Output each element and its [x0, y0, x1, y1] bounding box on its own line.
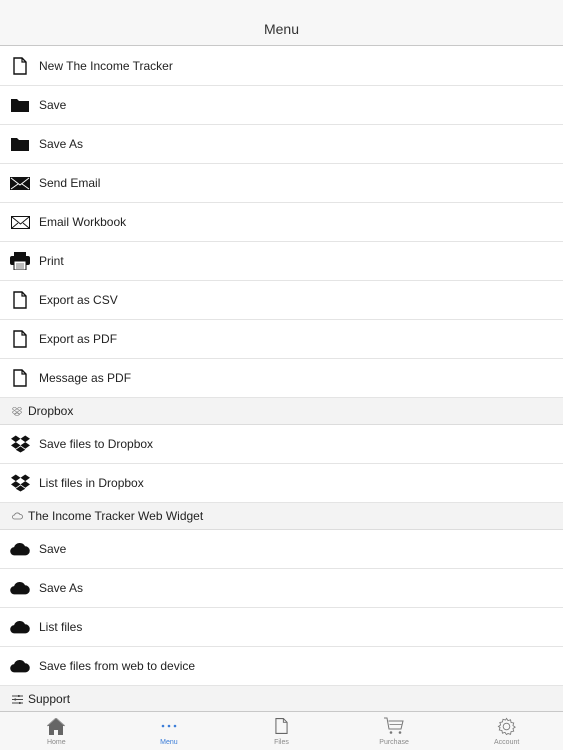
envelope-filled-icon [10, 173, 30, 193]
menu-item-label: Save As [39, 581, 84, 595]
printer-icon [10, 251, 30, 271]
section-header-support[interactable]: Support [0, 686, 563, 713]
menu-item-widget-list-files[interactable]: List files [0, 608, 563, 647]
menu-item-label: Send Email [39, 176, 101, 190]
menu-item-label: Export as CSV [39, 293, 118, 307]
tab-menu[interactable]: Menu [113, 712, 226, 750]
tab-home[interactable]: Home [0, 712, 113, 750]
dropbox-icon [10, 434, 30, 454]
menu-item-print[interactable]: Print [0, 242, 563, 281]
menu-item-new[interactable]: New The Income Tracker [0, 47, 563, 86]
cart-icon [384, 716, 404, 736]
menu-list: New The Income Tracker Save Save As Send… [0, 47, 563, 713]
section-title: The Income Tracker Web Widget [28, 509, 204, 523]
dropbox-icon [10, 473, 30, 493]
menu-item-label: Message as PDF [39, 371, 132, 385]
section-header-web-widget: The Income Tracker Web Widget [0, 503, 563, 530]
menu-item-label: Save files to Dropbox [39, 437, 154, 451]
menu-item-label: Save files from web to device [39, 659, 196, 673]
tab-bar: Home Menu Files Purchase Account [0, 711, 563, 750]
menu-item-label: New The Income Tracker [39, 59, 173, 73]
menu-item-email-workbook[interactable]: Email Workbook [0, 203, 563, 242]
cloud-icon [10, 617, 30, 637]
tab-label: Files [274, 739, 289, 746]
tab-label: Home [46, 739, 66, 746]
menu-item-label: Email Workbook [39, 215, 127, 229]
home-icon [46, 716, 66, 736]
dropbox-outline-icon [11, 405, 23, 417]
menu-item-export-csv[interactable]: Export as CSV [0, 281, 563, 320]
cloud-outline-icon [11, 510, 23, 522]
page-title: Menu [263, 21, 300, 37]
menu-item-widget-save-to-device[interactable]: Save files from web to device [0, 647, 563, 686]
folder-icon [10, 95, 30, 115]
more-dots-icon [159, 716, 179, 736]
section-title: Dropbox [28, 404, 74, 418]
menu-item-label: Save [39, 98, 67, 112]
menu-item-save-to-dropbox[interactable]: Save files to Dropbox [0, 425, 563, 464]
menu-item-label: Print [39, 254, 64, 268]
menu-item-save[interactable]: Save [0, 86, 563, 125]
document-icon [10, 368, 30, 388]
tab-label: Purchase [379, 739, 409, 746]
cloud-icon [10, 656, 30, 676]
menu-item-export-pdf[interactable]: Export as PDF [0, 320, 563, 359]
gear-icon [497, 716, 517, 736]
document-icon [271, 716, 291, 736]
nav-bar: Menu [0, 0, 563, 46]
section-header-dropbox: Dropbox [0, 398, 563, 425]
sliders-icon [11, 693, 23, 705]
cloud-icon [10, 578, 30, 598]
folder-icon [10, 134, 30, 154]
document-icon [10, 56, 30, 76]
tab-label: Account [494, 739, 520, 746]
menu-item-label: Save [39, 542, 67, 556]
tab-label: Menu [160, 739, 178, 746]
tab-account[interactable]: Account [450, 712, 563, 750]
menu-item-label: List files [39, 620, 83, 634]
menu-item-list-dropbox[interactable]: List files in Dropbox [0, 464, 563, 503]
document-icon [10, 329, 30, 349]
section-title: Support [28, 692, 71, 706]
cloud-icon [10, 539, 30, 559]
document-icon [10, 290, 30, 310]
menu-item-label: Export as PDF [39, 332, 118, 346]
menu-item-label: List files in Dropbox [39, 476, 144, 490]
tab-files[interactable]: Files [225, 712, 338, 750]
envelope-outline-icon [10, 212, 30, 232]
menu-item-message-pdf[interactable]: Message as PDF [0, 359, 563, 398]
tab-purchase[interactable]: Purchase [338, 712, 451, 750]
menu-item-widget-save[interactable]: Save [0, 530, 563, 569]
menu-item-widget-save-as[interactable]: Save As [0, 569, 563, 608]
menu-item-save-as[interactable]: Save As [0, 125, 563, 164]
menu-item-label: Save As [39, 137, 84, 151]
menu-item-send-email[interactable]: Send Email [0, 164, 563, 203]
